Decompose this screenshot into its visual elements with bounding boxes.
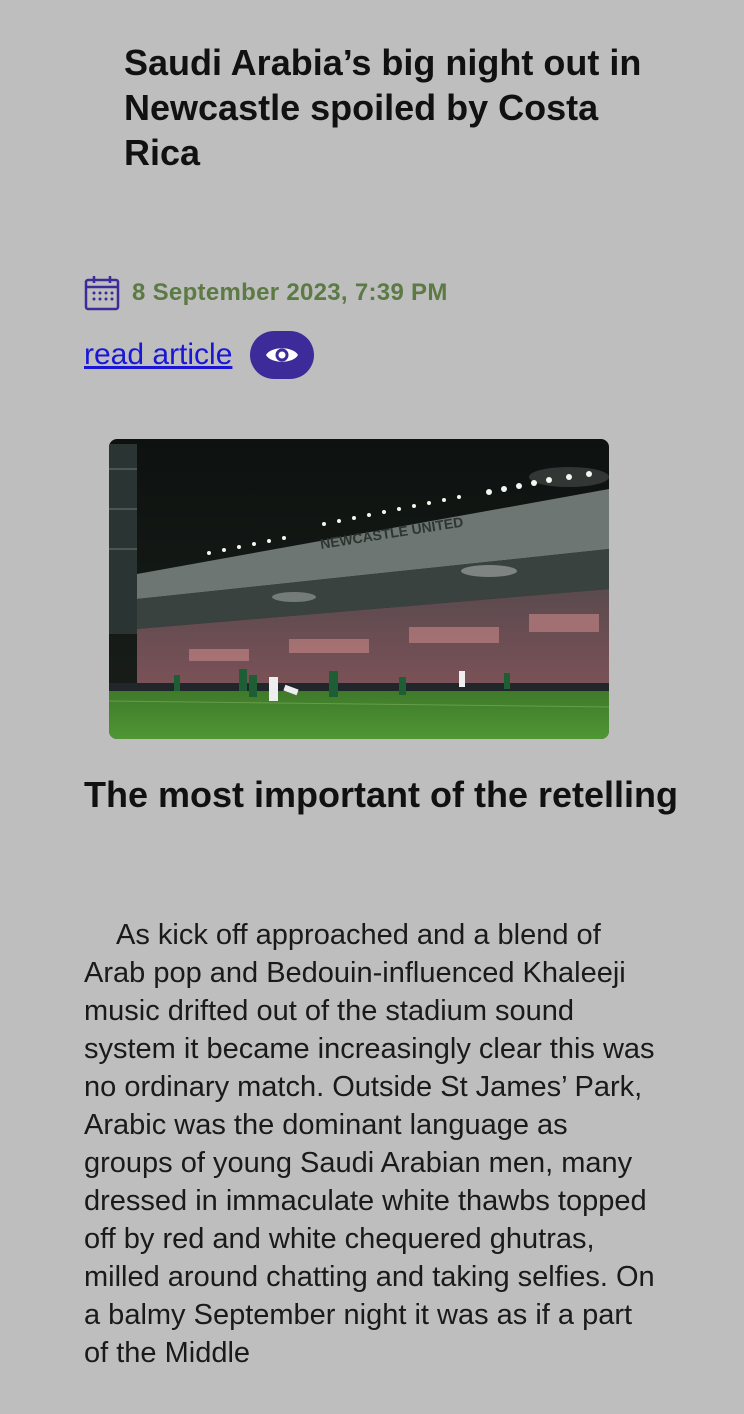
view-article-button[interactable] — [250, 331, 315, 379]
section-heading: The most important of the retelling — [84, 774, 679, 815]
read-row: read article — [84, 330, 315, 380]
article-meta: 8 September 2023, 7:39 PM — [84, 274, 448, 312]
article-hero-image: NEWCASTLE UNITED — [109, 439, 609, 739]
calendar-icon — [84, 276, 120, 311]
publish-date: 8 September 2023, 7:39 PM — [132, 279, 448, 306]
read-article-link[interactable]: read article — [84, 338, 232, 372]
article-body: As kick off approached and a blend of Ar… — [84, 919, 655, 1369]
eye-icon — [266, 348, 299, 362]
article-title: Saudi Arabia’s big night out in Newcastl… — [124, 42, 642, 173]
